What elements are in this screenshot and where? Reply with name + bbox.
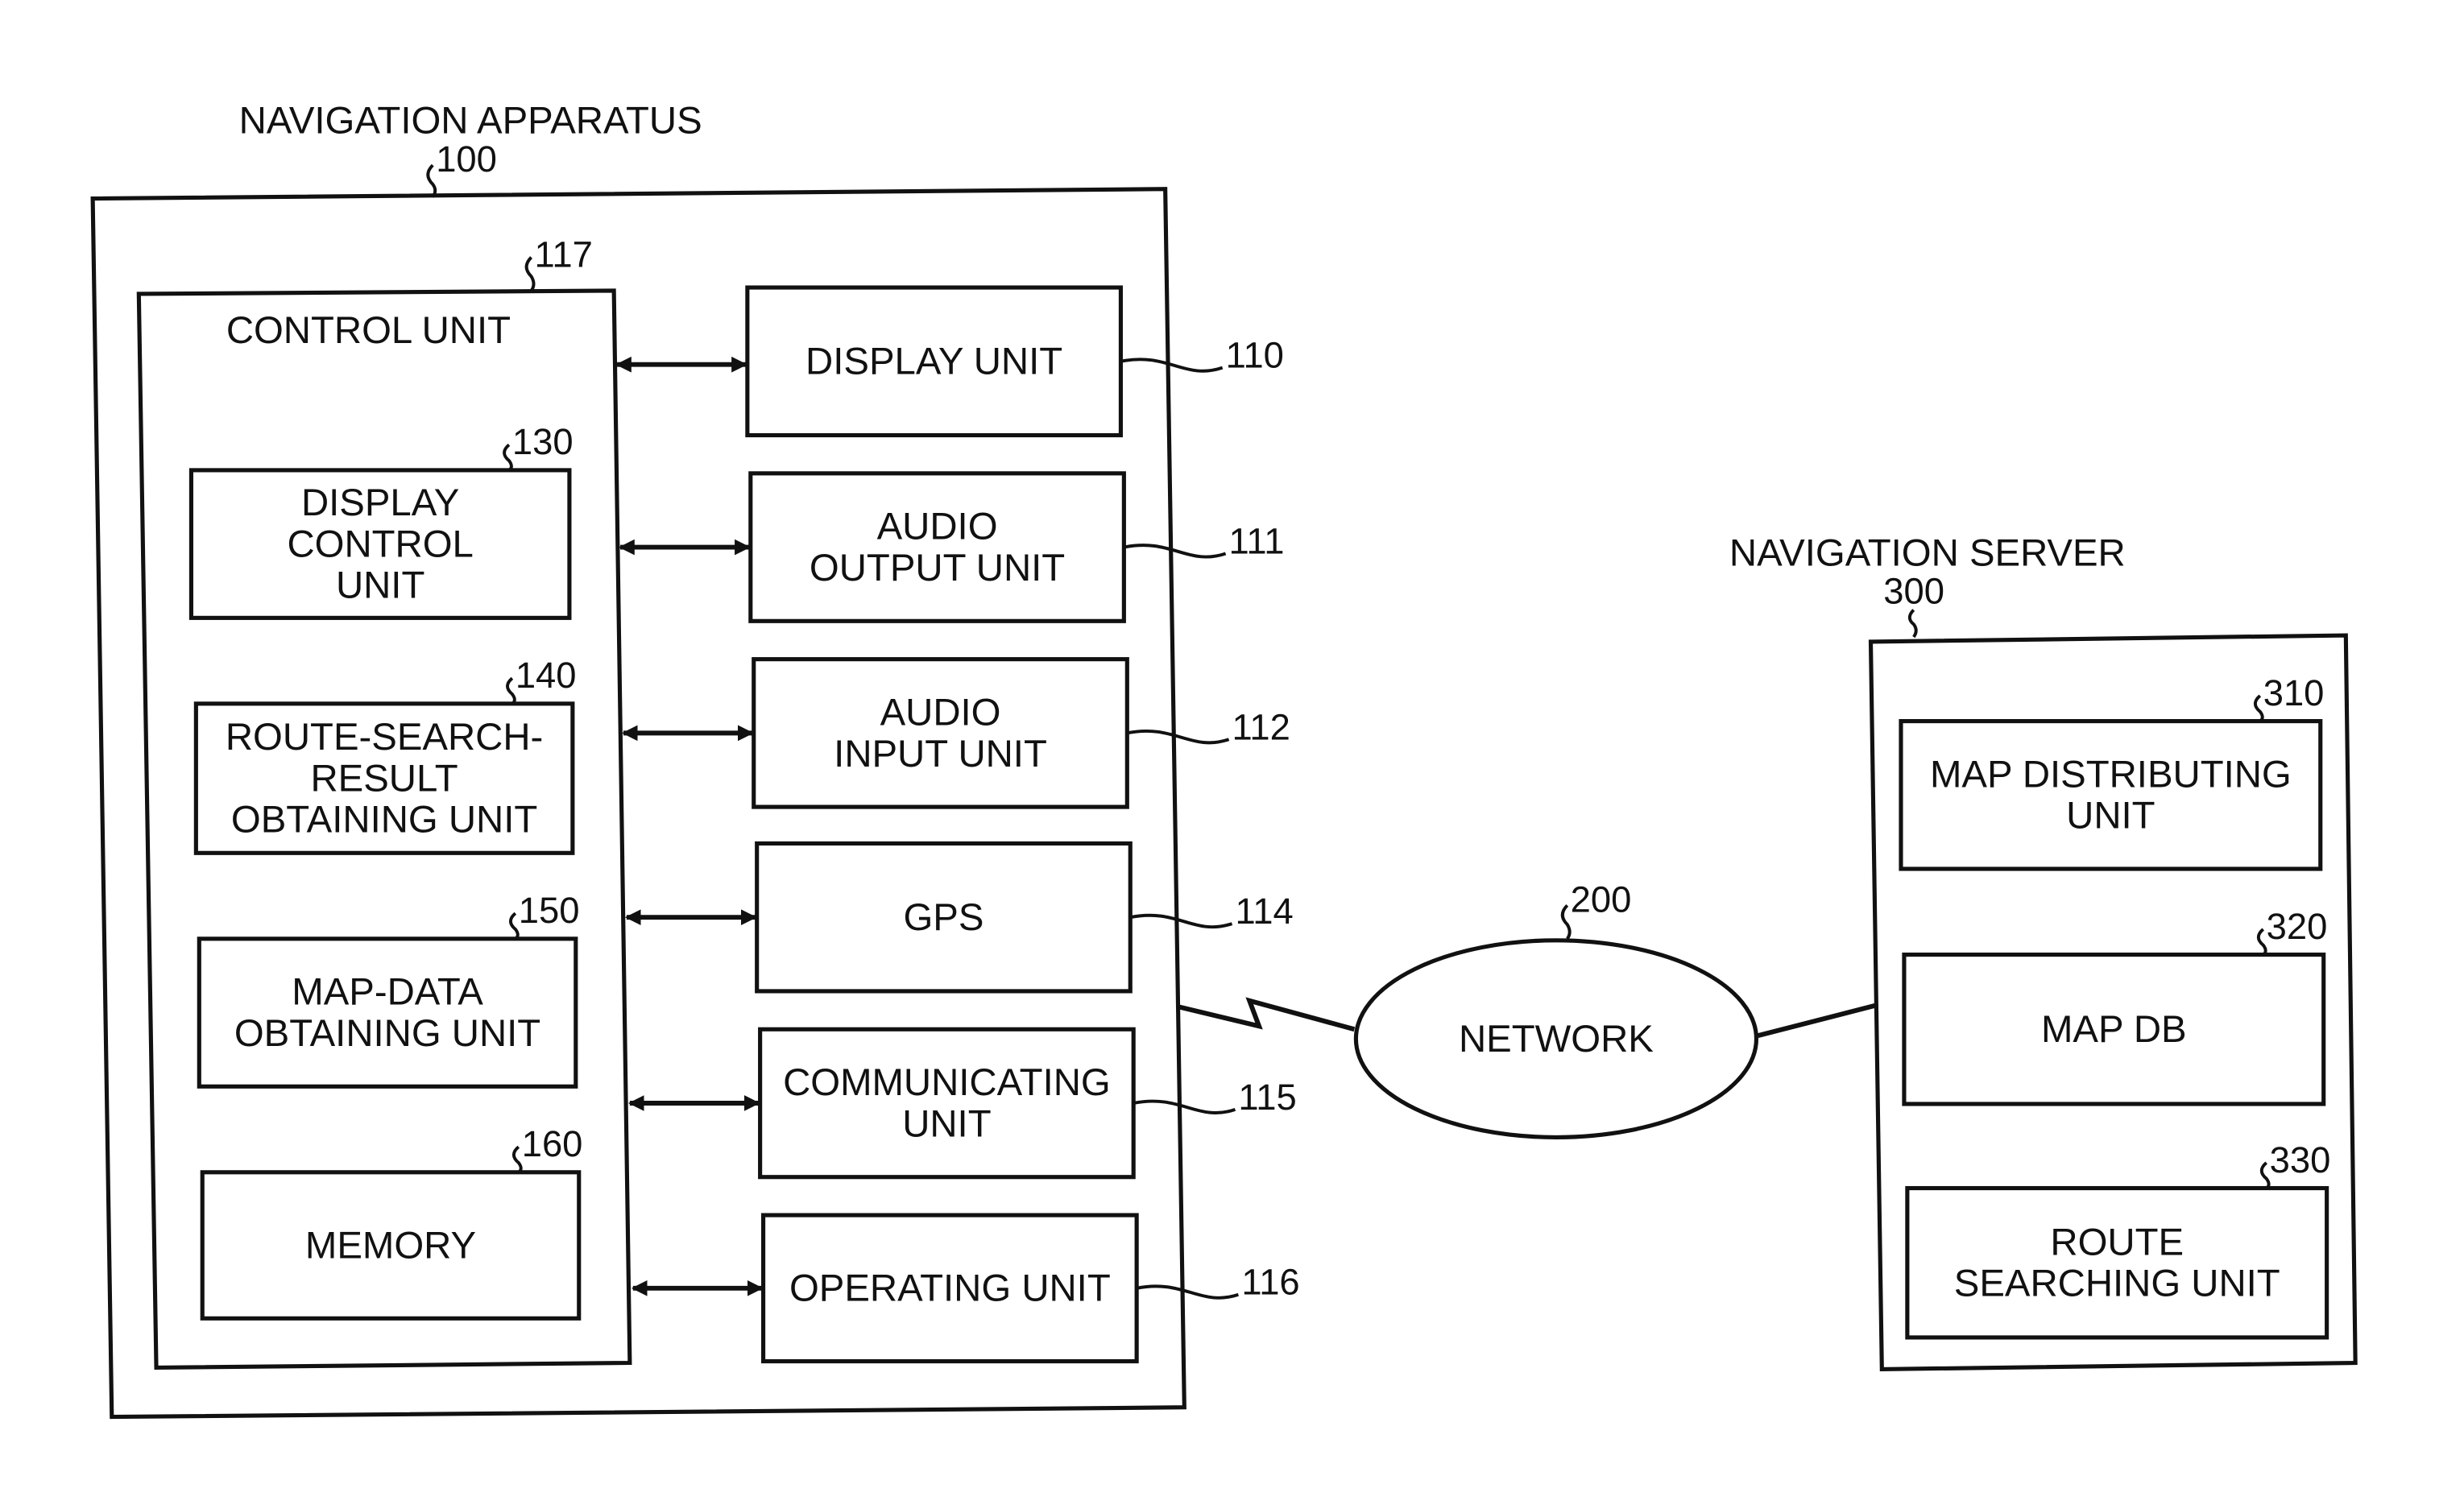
inner-unit: MAP-DATAOBTAINING UNIT 150: [197, 890, 580, 1089]
block-diagram: NAVIGATION APPARATUS 100 CONTROL UNIT 11…: [90, 100, 2358, 1420]
server-unit-label: SEARCHING UNIT: [1954, 1263, 2280, 1305]
ref-leader: [506, 676, 516, 705]
peripheral-unit-ref: 112: [1232, 706, 1290, 747]
peripheral-unit: OPERATING UNIT 116: [761, 1213, 1300, 1364]
ref-leader: [1133, 1099, 1236, 1114]
peripheral-unit-label: GPS: [903, 896, 984, 939]
inner-unit-label: MEMORY: [305, 1224, 476, 1267]
peripheral-unit-label: INPUT UNIT: [834, 733, 1047, 775]
server-ref: 300: [1883, 571, 1944, 612]
ref-leader: [1120, 358, 1224, 373]
server-units: MAP DISTRIBUTINGUNIT 310 MAP DB 320 ROUTESEA…: [1899, 672, 2331, 1340]
server-unit: MAP DISTRIBUTINGUNIT 310: [1899, 672, 2325, 871]
ref-leader: [2256, 928, 2267, 957]
peripheral-unit-ref: 114: [1235, 891, 1293, 932]
server-unit-ref: 330: [2270, 1139, 2331, 1180]
server-unit-ref: 310: [2263, 672, 2325, 713]
peripheral-unit-ref: 116: [1241, 1262, 1299, 1303]
ref-leader: [1123, 544, 1227, 559]
ref-leader: [1136, 1284, 1240, 1300]
peripheral-unit-label: DISPLAY UNIT: [805, 341, 1062, 383]
peripheral-unit-label: AUDIO: [880, 692, 1001, 734]
server-unit-label: ROUTE: [2050, 1221, 2184, 1263]
apparatus-ref: 100: [436, 138, 497, 180]
server-unit-label: MAP DISTRIBUTING: [1930, 753, 2292, 796]
peripheral-unit: DISPLAY UNIT 110: [745, 285, 1284, 438]
navigation-server: NAVIGATION SERVER 300: [1729, 531, 2358, 1372]
server-link: [1757, 1003, 1877, 1039]
peripheral-units: DISPLAY UNIT 110AUDIOOUTPUT UNIT111AUDIOI…: [615, 285, 1300, 1364]
peripheral-unit: AUDIOOUTPUT UNIT 111: [748, 471, 1285, 623]
inner-unit: ROUTE-SEARCH-RESULTOBTAINING UNIT 140: [193, 655, 577, 855]
inner-unit-ref: 160: [522, 1123, 583, 1164]
server-unit: ROUTESEARCHING UNIT 330: [1905, 1139, 2331, 1340]
inner-unit-ref: 130: [512, 421, 574, 462]
apparatus-title: NAVIGATION APPARATUS: [239, 100, 702, 143]
peripheral-unit-ref: 110: [1226, 335, 1284, 376]
inner-unit-ref: 150: [519, 890, 580, 931]
control-unit-ref: 117: [535, 234, 593, 275]
control-unit-title: CONTROL UNIT: [226, 309, 511, 352]
inner-unit-label: OBTAINING UNIT: [231, 799, 537, 841]
ref-leader: [1129, 913, 1233, 929]
ref-leader: [508, 912, 520, 941]
ref-leader: [1126, 729, 1230, 745]
inner-unit-label: MAP-DATA: [292, 971, 483, 1014]
ref-leader: [503, 443, 513, 472]
network-ref: 200: [1571, 879, 1632, 920]
peripheral-unit: COMMUNICATINGUNIT 115: [758, 1027, 1297, 1180]
wireless-link: [1178, 997, 1356, 1032]
inner-unit-label: CONTROL: [287, 523, 473, 565]
ref-leader: [2259, 1161, 2271, 1190]
inner-units: DISPLAYCONTROLUNIT 130 ROUTE-SEARCH-RESULT…: [188, 421, 583, 1321]
peripheral-unit-ref: 115: [1238, 1077, 1296, 1118]
ref-leader: [426, 163, 437, 198]
inner-unit-label: ROUTE-SEARCH-: [226, 716, 543, 759]
peripheral-unit-ref: 111: [1229, 520, 1285, 561]
server-unit-ref: 320: [2267, 906, 2328, 947]
server-unit: MAP DB 320: [1902, 906, 2328, 1106]
inner-unit-label: UNIT: [336, 564, 424, 607]
inner-unit-label: OBTAINING UNIT: [234, 1012, 540, 1055]
ref-leader: [1907, 609, 1918, 639]
server-unit-label: MAP DB: [2041, 1008, 2187, 1051]
network-label: NETWORK: [1459, 1018, 1654, 1060]
ref-leader: [1560, 904, 1572, 941]
inner-unit-label: RESULT: [310, 757, 458, 800]
server-title: NAVIGATION SERVER: [1729, 531, 2126, 574]
peripheral-unit: AUDIOINPUT UNIT 112: [752, 657, 1290, 809]
inner-unit-label: DISPLAY: [301, 482, 459, 524]
peripheral-unit-label: AUDIO: [877, 506, 998, 548]
peripheral-unit: GPS 114: [755, 841, 1294, 994]
peripheral-unit-label: COMMUNICATING: [783, 1061, 1111, 1104]
ref-leader: [524, 256, 536, 292]
inner-unit-ref: 140: [516, 655, 577, 696]
inner-unit: DISPLAYCONTROLUNIT 130: [188, 421, 574, 620]
peripheral-unit-label: UNIT: [902, 1102, 991, 1145]
server-unit-label: UNIT: [2066, 795, 2155, 837]
peripheral-unit-label: OPERATING UNIT: [789, 1267, 1111, 1310]
ref-leader: [2253, 694, 2264, 723]
peripheral-unit-label: OUTPUT UNIT: [810, 547, 1065, 589]
ref-leader: [511, 1145, 523, 1174]
inner-unit: MEMORY 160: [200, 1123, 583, 1321]
